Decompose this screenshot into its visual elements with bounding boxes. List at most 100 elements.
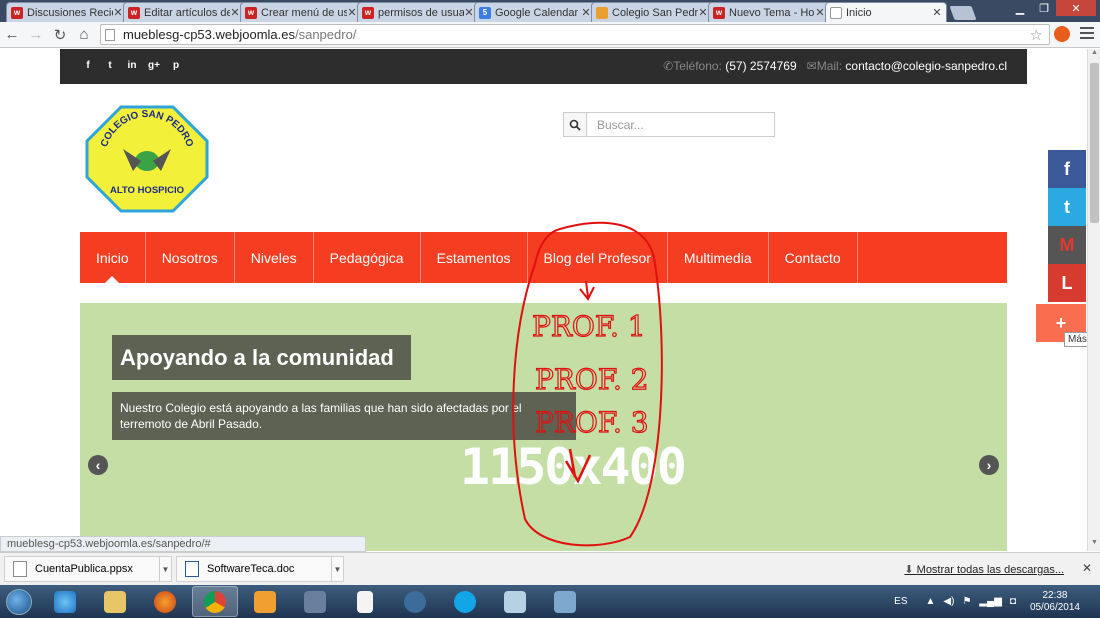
google-plus-icon[interactable]: g+	[148, 60, 160, 71]
site-topbar: f t in g+ p ✆Teléfono: (57) 2574769 ✉Mai…	[60, 49, 1027, 84]
hero-slider: Apoyando a la comunidad Nuestro Colegio …	[80, 303, 1007, 551]
nav-item-multimedia[interactable]: Multimedia	[668, 232, 769, 283]
close-tab-icon[interactable]: ✕	[581, 6, 591, 19]
page-viewport: f t in g+ p ✆Teléfono: (57) 2574769 ✉Mai…	[0, 49, 1087, 551]
forward-icon[interactable]: →	[24, 26, 48, 43]
social-links: f t in g+ p	[82, 60, 182, 71]
scroll-up-icon[interactable]: ▲	[1088, 49, 1100, 61]
pinterest-icon[interactable]: p	[170, 60, 182, 71]
signal-icon[interactable]: ▂▄▆	[979, 596, 1001, 607]
slide-title: Apoyando a la comunidad	[112, 335, 411, 380]
slider-next-button[interactable]: ›	[979, 455, 999, 475]
wordpress-icon: w	[245, 6, 257, 19]
chrome-menu-icon[interactable]	[1080, 27, 1094, 42]
close-tab-icon[interactable]: ✕	[113, 6, 123, 19]
file-explorer-icon[interactable]	[92, 586, 138, 617]
search-input[interactable]: Buscar...	[587, 113, 774, 136]
skype-icon[interactable]	[442, 586, 488, 617]
flag-icon[interactable]: ⚑	[962, 596, 971, 607]
browser-tab[interactable]: w Nuevo Tema - Ho ✕	[708, 2, 830, 22]
scrollbar-thumb[interactable]	[1090, 63, 1099, 223]
slide-caption: Nuestro Colegio está apoyando a las fami…	[112, 392, 576, 440]
close-icon[interactable]: ✕	[1082, 561, 1092, 575]
browser-tab[interactable]: w Discusiones Recie ✕	[6, 2, 128, 22]
window-icon[interactable]	[542, 586, 588, 617]
extension-icon[interactable]	[1054, 26, 1070, 42]
facebook-icon[interactable]: f	[82, 60, 94, 71]
volume-icon[interactable]: ◀)	[943, 596, 954, 607]
windows-taskbar: ES ▲ ◀) ⚑ ▂▄▆ ◘ 22:38 05/06/2014	[0, 585, 1100, 618]
media-player-icon[interactable]	[242, 586, 288, 617]
notebook-icon[interactable]	[492, 586, 538, 617]
nav-item-inicio[interactable]: Inicio	[80, 232, 146, 283]
share-more-tooltip: Más...	[1064, 332, 1087, 347]
nav-item-estamentos[interactable]: Estamentos	[421, 232, 528, 283]
wordpress-icon: w	[713, 6, 725, 19]
nav-item-pedagogica[interactable]: Pedagógica	[314, 232, 421, 283]
internet-explorer-icon[interactable]	[42, 586, 88, 617]
close-tab-icon[interactable]: ✕	[464, 6, 474, 19]
clock[interactable]: 22:38 05/06/2014	[1030, 590, 1080, 614]
chevron-up-icon[interactable]: ▲	[926, 596, 936, 607]
scroll-down-icon[interactable]: ▼	[1088, 539, 1100, 551]
status-url: mueblesg-cp53.webjoomla.es/sanpedro/#	[0, 536, 366, 552]
window-controls: ▁ ❐ ✕	[1008, 0, 1096, 16]
reload-icon[interactable]: ↻	[48, 26, 72, 44]
close-tab-icon[interactable]: ✕	[230, 6, 240, 19]
share-facebook-icon[interactable]: f	[1048, 150, 1086, 188]
browser-tab-strip: w Discusiones Recie ✕ w Editar artículos de…	[0, 0, 1100, 22]
update-icon[interactable]: ◘	[1010, 596, 1016, 607]
page-icon	[830, 6, 842, 19]
maximize-icon[interactable]: ❐	[1032, 0, 1056, 16]
browser-tab[interactable]: w Editar artículos de ✕	[123, 2, 245, 22]
slider-prev-button[interactable]: ‹	[88, 455, 108, 475]
contact-info: ✆Teléfono: (57) 2574769 ✉Mail: contacto@…	[663, 59, 1007, 73]
show-all-downloads-link[interactable]: Mostrar todas las descargas...	[904, 563, 1064, 576]
search-icon[interactable]	[564, 113, 587, 136]
start-button[interactable]	[0, 585, 38, 618]
share-gmail-icon[interactable]: M	[1048, 226, 1086, 264]
share-l-icon[interactable]: L	[1048, 264, 1086, 302]
close-tab-icon[interactable]: ✕	[815, 6, 825, 19]
network-icon[interactable]	[292, 586, 338, 617]
word-file-icon	[185, 561, 199, 577]
browser-tab[interactable]: w Crear menú de usu ✕	[240, 2, 362, 22]
twitter-icon[interactable]: t	[104, 60, 116, 71]
minimize-icon[interactable]: ▁	[1008, 0, 1032, 16]
firefox-icon[interactable]	[142, 586, 188, 617]
browser-tab[interactable]: Colegio San Pedro ✕	[591, 2, 713, 22]
back-icon[interactable]: ←	[0, 26, 24, 43]
close-window-icon[interactable]: ✕	[1056, 0, 1096, 16]
home-icon[interactable]: ⌂	[72, 26, 96, 43]
new-tab-button[interactable]	[949, 6, 977, 20]
browser-tab[interactable]: w permisos de usuar ✕	[357, 2, 479, 22]
download-item[interactable]: CuentaPublica.ppsx ▼	[4, 556, 172, 582]
chevron-down-icon[interactable]: ▼	[159, 557, 171, 581]
close-tab-icon[interactable]: ✕	[932, 6, 942, 19]
page-scrollbar[interactable]: ▲ ▼	[1087, 49, 1100, 551]
download-item[interactable]: SoftwareTeca.doc ▼	[176, 556, 344, 582]
close-tab-icon[interactable]: ✕	[698, 6, 708, 19]
nav-item-blog-del-profesor[interactable]: Blog del Profesor	[528, 232, 668, 283]
wordpress-icon: w	[128, 6, 140, 19]
nav-item-contacto[interactable]: Contacto	[769, 232, 858, 283]
document-icon[interactable]	[342, 586, 388, 617]
address-bar[interactable]: mueblesg-cp53.webjoomla.es/sanpedro/ ☆	[100, 24, 1050, 45]
school-icon	[596, 6, 608, 19]
chevron-down-icon[interactable]: ▼	[331, 557, 343, 581]
linkedin-icon[interactable]: in	[126, 60, 138, 71]
bookmark-star-icon[interactable]: ☆	[1030, 26, 1043, 44]
nav-item-niveles[interactable]: Niveles	[235, 232, 314, 283]
nav-item-nosotros[interactable]: Nosotros	[146, 232, 235, 283]
search-box: Buscar...	[563, 112, 775, 137]
close-tab-icon[interactable]: ✕	[347, 6, 357, 19]
wordpress-icon: w	[11, 6, 23, 19]
school-logo[interactable]: COLEGIO SAN PEDRO ALTO HOSPICIO	[85, 105, 209, 213]
browser-tab-active[interactable]: Inicio ✕	[825, 2, 947, 22]
share-twitter-icon[interactable]: t	[1048, 188, 1086, 226]
chrome-icon[interactable]	[192, 586, 238, 617]
file-icon	[13, 561, 27, 577]
browser-tab[interactable]: 5 Google Calendar ✕	[474, 2, 596, 22]
remote-desktop-icon[interactable]	[392, 586, 438, 617]
language-indicator[interactable]: ES	[894, 596, 907, 607]
